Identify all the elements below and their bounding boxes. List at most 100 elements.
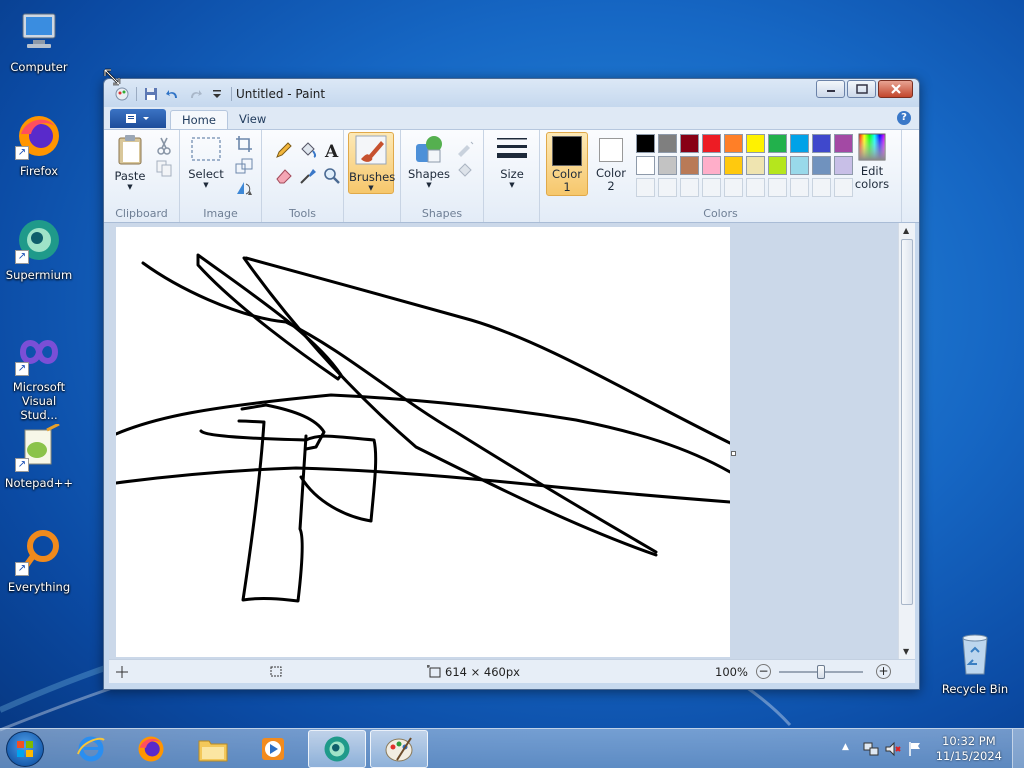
color-swatch[interactable]	[680, 134, 699, 153]
desktop-icon-supermium[interactable]: ↗ Supermium	[2, 216, 76, 282]
color-swatch[interactable]	[658, 156, 677, 175]
desktop-icon-visual-studio[interactable]: ↗ Microsoft Visual Stud...	[2, 328, 76, 422]
maximize-button[interactable]	[847, 80, 876, 98]
supermium-icon: ↗	[15, 216, 63, 264]
color-swatch[interactable]	[636, 156, 655, 175]
custom-color-slot[interactable]	[790, 178, 809, 197]
file-menu-button[interactable]	[110, 109, 166, 128]
network-icon[interactable]	[862, 740, 880, 758]
undo-icon[interactable]	[165, 86, 181, 102]
custom-color-slot[interactable]	[812, 178, 831, 197]
zoom-out-button[interactable]: −	[756, 664, 771, 679]
color-swatch[interactable]	[790, 134, 809, 153]
desktop-icon-firefox[interactable]: ↗ Firefox	[2, 112, 76, 178]
zoom-in-button[interactable]: +	[876, 664, 891, 679]
cut-icon[interactable]	[154, 136, 174, 156]
rotate-icon[interactable]	[234, 178, 254, 198]
tab-home[interactable]: Home	[170, 110, 228, 129]
minimize-button[interactable]	[816, 80, 845, 98]
vertical-scrollbar[interactable]: ▲ ▼	[898, 223, 915, 659]
scroll-down-arrow-icon[interactable]: ▼	[903, 647, 909, 656]
taskbar-paint[interactable]	[370, 730, 428, 768]
canvas-resize-handle-right[interactable]	[731, 451, 736, 456]
custom-color-slot[interactable]	[746, 178, 765, 197]
text-icon[interactable]: A	[322, 140, 342, 160]
select-button[interactable]: Select ▼	[186, 134, 226, 196]
zoom-slider[interactable]	[779, 665, 863, 679]
desktop-icon-computer[interactable]: Computer	[2, 8, 76, 74]
desktop-icon-everything[interactable]: ↗ Everything	[2, 528, 76, 594]
custom-color-slot[interactable]	[680, 178, 699, 197]
title-bar[interactable]: Untitled - Paint	[104, 79, 919, 107]
shapes-button[interactable]: Shapes ▼	[407, 134, 451, 196]
color-swatch[interactable]	[790, 156, 809, 175]
color-swatch[interactable]	[812, 156, 831, 175]
desktop-icon-label: Firefox	[19, 164, 59, 178]
tab-view[interactable]: View	[228, 110, 277, 129]
help-icon[interactable]: ?	[897, 111, 911, 125]
desktop-icon-recycle-bin[interactable]: Recycle Bin	[938, 630, 1012, 696]
close-button[interactable]	[878, 80, 913, 98]
start-button[interactable]	[6, 731, 44, 767]
redo-icon[interactable]	[187, 86, 203, 102]
visual-studio-icon: ↗	[15, 328, 63, 376]
desktop-icon-notepad-plus-plus[interactable]: ↗ Notepad++	[2, 422, 76, 490]
copy-icon[interactable]	[154, 158, 174, 178]
action-center-flag-icon[interactable]	[906, 740, 924, 758]
folder-icon	[198, 740, 228, 762]
color-swatch[interactable]	[724, 156, 743, 175]
internet-explorer-icon	[77, 736, 105, 762]
magnifier-icon[interactable]	[322, 166, 342, 186]
paste-button[interactable]: Paste ▼	[110, 134, 150, 196]
color-swatch[interactable]	[768, 156, 787, 175]
zoom-slider-thumb[interactable]	[817, 665, 825, 679]
supermium-icon	[324, 736, 350, 762]
custom-color-slot[interactable]	[636, 178, 655, 197]
custom-color-slot[interactable]	[658, 178, 677, 197]
color-swatch[interactable]	[724, 134, 743, 153]
chevron-down-icon: ▼	[426, 181, 432, 189]
color-swatch[interactable]	[702, 134, 721, 153]
taskbar-supermium[interactable]	[308, 730, 366, 768]
clock[interactable]: 10:32 PM 11/15/2024	[936, 734, 1002, 764]
color-swatch[interactable]	[636, 134, 655, 153]
pencil-icon[interactable]	[274, 140, 294, 160]
crop-icon[interactable]	[234, 134, 254, 154]
color-swatch[interactable]	[746, 156, 765, 175]
taskbar-media-player[interactable]	[244, 730, 302, 768]
scrollbar-thumb[interactable]	[901, 239, 913, 605]
color-2-button[interactable]: Color 2	[590, 132, 632, 196]
save-icon[interactable]	[143, 86, 159, 102]
ribbon-tabs: Home View ?	[104, 107, 919, 129]
paint-app-icon[interactable]	[114, 86, 130, 102]
resize-icon[interactable]	[234, 156, 254, 176]
color-picker-icon[interactable]	[298, 166, 318, 186]
color-swatch[interactable]	[680, 156, 699, 175]
color-swatch[interactable]	[812, 134, 831, 153]
fill-icon[interactable]	[455, 160, 475, 180]
edit-colors-button[interactable]: Edit colors	[850, 132, 894, 196]
customize-qat-icon[interactable]	[209, 86, 225, 102]
taskbar-file-explorer[interactable]	[184, 730, 242, 768]
color-swatch[interactable]	[658, 134, 677, 153]
custom-color-slot[interactable]	[702, 178, 721, 197]
color-1-button[interactable]: Color 1	[546, 132, 588, 196]
outline-icon[interactable]	[455, 138, 475, 158]
eraser-icon[interactable]	[274, 166, 294, 186]
color-swatch[interactable]	[702, 156, 721, 175]
paste-icon	[118, 135, 142, 165]
show-desktop-button[interactable]	[1012, 729, 1024, 768]
size-button[interactable]: Size ▼	[490, 134, 534, 196]
volume-muted-icon[interactable]	[884, 740, 902, 758]
color-swatch[interactable]	[746, 134, 765, 153]
show-hidden-icons-button[interactable]: ▲	[842, 742, 849, 752]
drawing-canvas[interactable]	[114, 227, 732, 657]
custom-color-slot[interactable]	[724, 178, 743, 197]
taskbar-internet-explorer[interactable]	[62, 730, 120, 768]
custom-color-slot[interactable]	[768, 178, 787, 197]
fill-bucket-icon[interactable]	[298, 140, 318, 160]
taskbar-firefox[interactable]	[122, 730, 180, 768]
color-swatch[interactable]	[768, 134, 787, 153]
brushes-button[interactable]: Brushes ▼	[348, 132, 395, 194]
scroll-up-arrow-icon[interactable]: ▲	[903, 226, 909, 235]
